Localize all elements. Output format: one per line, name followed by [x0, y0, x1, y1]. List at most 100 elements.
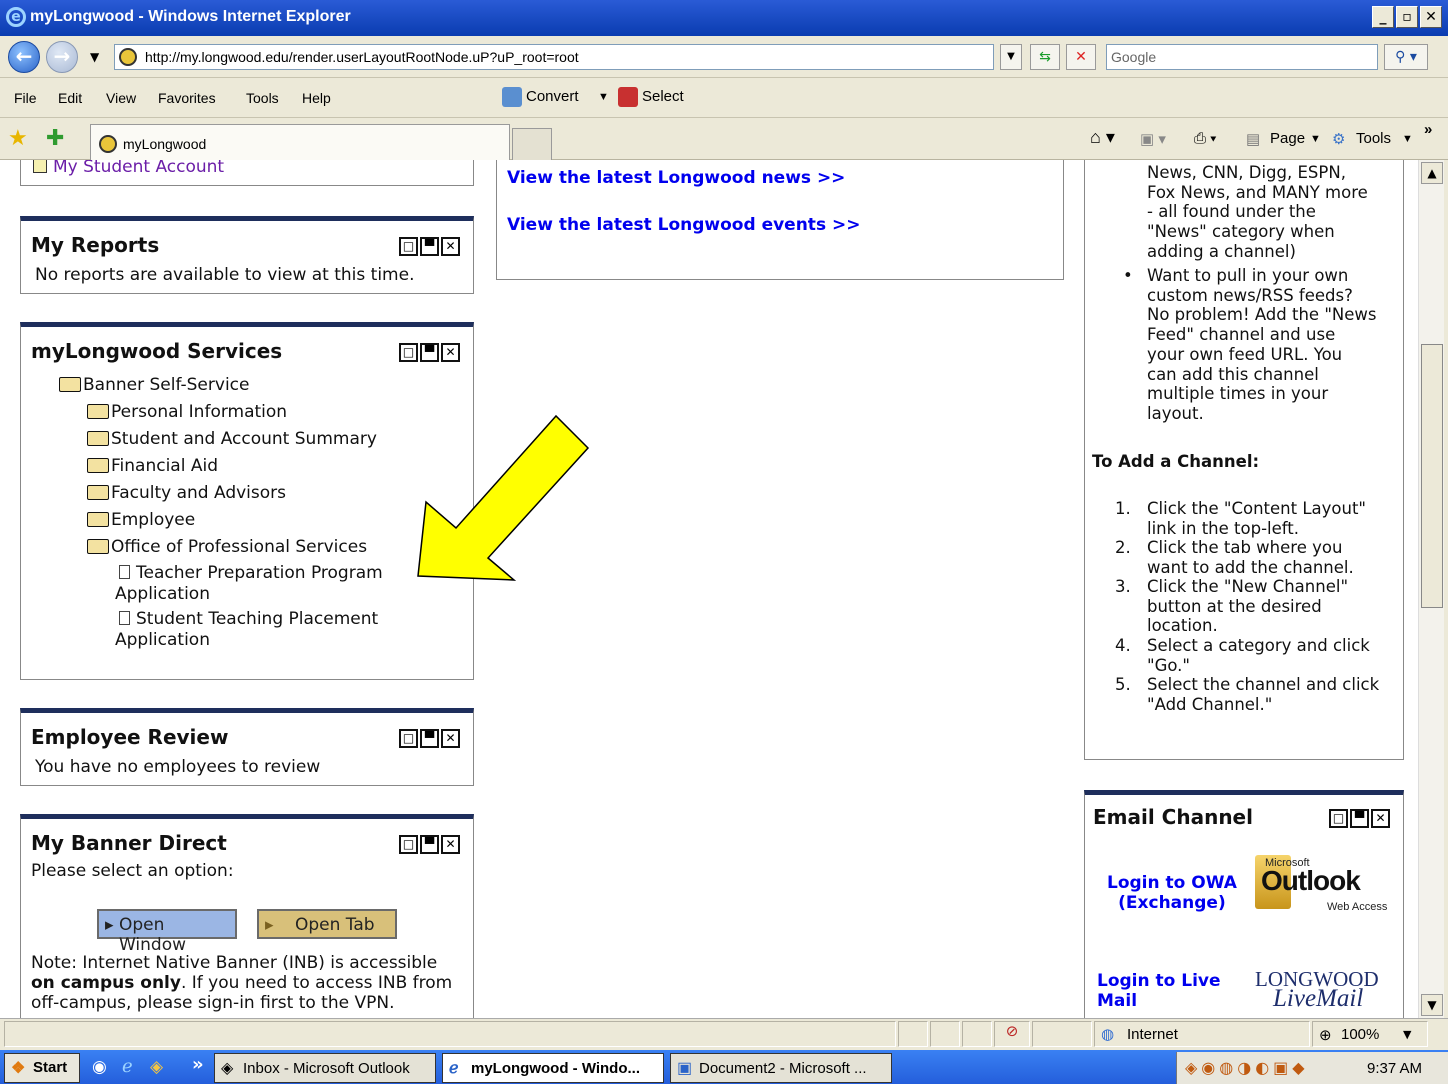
feeds-icon[interactable]: ▣ ▾ [1140, 130, 1166, 148]
zoom-dropdown-icon[interactable]: ▼ [1403, 1028, 1411, 1041]
quicklaunch-icon[interactable]: ◉ [92, 1057, 107, 1077]
tree-folder-summary[interactable]: Student and Account Summary [87, 429, 377, 449]
remove-channel-icon[interactable]: ✕ [441, 237, 460, 256]
help-channel: News, CNN, Digg, ESPN, Fox News, and MAN… [1084, 160, 1404, 760]
owa-login-link[interactable]: Login to OWA (Exchange) [1107, 873, 1237, 913]
forward-button[interactable]: → [46, 41, 78, 73]
windows-logo-icon: ❖ [11, 1060, 26, 1077]
remove-channel-icon[interactable]: ✕ [1371, 809, 1390, 828]
task-outlook[interactable]: ◈ Inbox - Microsoft Outlook [214, 1053, 436, 1083]
start-button[interactable]: ❖ Start [4, 1053, 80, 1083]
chevron-more-icon[interactable]: » [1424, 121, 1432, 138]
task-mylongwood[interactable]: ℯ myLongwood - Windo... [442, 1053, 664, 1083]
address-dropdown-icon[interactable]: ▼ [1000, 44, 1022, 70]
convert-button[interactable]: Convert [526, 88, 579, 105]
remove-channel-icon[interactable]: ✕ [441, 729, 460, 748]
maximize-button[interactable]: ▫ [1396, 6, 1418, 28]
open-tab-button[interactable]: ▸ Open Tab [257, 909, 397, 939]
focus-icon[interactable]: □ [1329, 809, 1348, 828]
tree-doc-student-teaching[interactable]: Student Teaching Placement [119, 609, 378, 629]
minimize-channel-icon[interactable]: ▀ [1350, 809, 1369, 828]
zoom-control[interactable]: ⊕ 100% ▼ [1312, 1021, 1428, 1047]
live-mail-login-link[interactable]: Login to Live Mail [1097, 971, 1221, 1011]
student-account-link[interactable]: My Student Account [33, 160, 224, 177]
remove-channel-icon[interactable]: ✕ [441, 343, 460, 362]
tree-folder-employee[interactable]: Employee [87, 510, 195, 530]
task-word[interactable]: ▣ Document2 - Microsoft ... [670, 1053, 892, 1083]
tools-dropdown-icon[interactable]: ▼ [1402, 133, 1413, 145]
stop-icon[interactable]: ✕ [1066, 44, 1096, 70]
channel-controls: □ ▀ ✕ [399, 727, 463, 748]
bullet-icon: • [1123, 266, 1133, 285]
menu-edit[interactable]: Edit [58, 90, 82, 106]
print-icon[interactable]: ⎙ ▾ [1194, 130, 1216, 147]
menu-tools[interactable]: Tools [246, 90, 279, 106]
outlook-quicklaunch-icon[interactable]: ◈ [150, 1057, 163, 1077]
convert-dropdown-icon[interactable]: ▼ [598, 91, 609, 103]
tree-doc-student-teaching-line2[interactable]: Application [115, 630, 210, 650]
menu-bar: File Edit View Favorites Tools Help Conv… [0, 78, 1448, 118]
focus-icon[interactable]: □ [399, 835, 418, 854]
remove-channel-icon[interactable]: ✕ [441, 835, 460, 854]
ie-quicklaunch-icon[interactable]: ℯ [122, 1056, 133, 1077]
tree-folder-financial-aid[interactable]: Financial Aid [87, 456, 218, 476]
folder-icon [87, 458, 109, 473]
tree-doc-teacher-prep-line2[interactable]: Application [115, 584, 210, 604]
step-number: 5. [1115, 675, 1131, 694]
tab-page-icon [99, 135, 117, 153]
news-channel: View the latest Longwood news >> View th… [496, 160, 1064, 280]
page-menu[interactable]: Page [1270, 130, 1305, 147]
scroll-up-icon[interactable]: ▲ [1421, 162, 1443, 184]
clock: 9:37 AM [1367, 1060, 1423, 1077]
address-bar[interactable]: http://my.longwood.edu/render.userLayout… [114, 44, 994, 70]
status-seg [898, 1021, 928, 1047]
tree-root-banner[interactable]: Banner Self-Service [59, 375, 249, 395]
employee-review-channel: Employee Review □ ▀ ✕ You have no employee… [20, 708, 474, 786]
taskbar: ❖ Start ◉ ℯ ◈ » ◈ Inbox - Microsoft Outl… [0, 1050, 1448, 1084]
privacy-icon[interactable]: ⊘ [994, 1021, 1030, 1047]
news-link[interactable]: View the latest Longwood news >> [507, 168, 845, 188]
tab-mylongwood[interactable]: myLongwood [90, 124, 510, 160]
tools-menu[interactable]: Tools [1356, 130, 1391, 147]
menu-view[interactable]: View [106, 90, 136, 106]
menu-file[interactable]: File [14, 90, 37, 106]
scroll-down-icon[interactable]: ▼ [1421, 994, 1443, 1016]
search-input[interactable]: Google [1106, 44, 1378, 70]
home-icon[interactable]: ⌂ ▾ [1090, 127, 1115, 148]
student-account-channel: My Student Account [20, 160, 474, 186]
focus-icon[interactable]: □ [399, 343, 418, 362]
minimize-channel-icon[interactable]: ▀ [420, 835, 439, 854]
tree-folder-personal[interactable]: Personal Information [87, 402, 287, 422]
tree-folder-faculty[interactable]: Faculty and Advisors [87, 483, 286, 503]
tree-folder-professional-services[interactable]: Office of Professional Services [87, 537, 367, 557]
back-button[interactable]: ← [8, 41, 40, 73]
search-placeholder: Google [1111, 49, 1157, 65]
vertical-scrollbar[interactable]: ▲ ▼ [1418, 160, 1444, 1018]
add-favorites-icon[interactable]: ✚ [46, 126, 64, 151]
new-tab-button[interactable] [512, 128, 552, 160]
focus-icon[interactable]: □ [399, 729, 418, 748]
minimize-channel-icon[interactable]: ▀ [420, 343, 439, 362]
quicklaunch-more-icon[interactable]: » [192, 1054, 204, 1075]
close-button[interactable]: ✕ [1420, 6, 1442, 28]
select-button[interactable]: Select [642, 88, 684, 105]
page-dropdown-icon[interactable]: ▼ [1310, 133, 1321, 145]
scroll-thumb[interactable] [1421, 344, 1443, 608]
menu-favorites[interactable]: Favorites [158, 90, 216, 106]
favorites-star-icon[interactable]: ★ [8, 126, 28, 151]
longwood-livemail-logo[interactable]: LONGWOOD LiveMail [1251, 965, 1391, 1015]
focus-icon[interactable]: □ [399, 237, 418, 256]
refresh-icon[interactable]: ⇆ [1030, 44, 1060, 70]
system-tray: ◈◉◍◑◐▣◆ 9:37 AM [1176, 1052, 1448, 1084]
events-link[interactable]: View the latest Longwood events >> [507, 215, 860, 235]
open-window-button[interactable]: ▸ Open Window [97, 909, 237, 955]
minimize-channel-icon[interactable]: ▀ [420, 237, 439, 256]
tray-icons[interactable]: ◈◉◍◑◐▣◆ [1185, 1058, 1309, 1077]
outlook-logo[interactable]: Microsoft Outlook Web Access [1251, 853, 1391, 917]
search-icon[interactable]: ⚲ ▾ [1384, 44, 1428, 70]
menu-help[interactable]: Help [302, 90, 331, 106]
minimize-button[interactable]: _ [1372, 6, 1394, 28]
tree-doc-teacher-prep[interactable]: Teacher Preparation Program [119, 563, 383, 583]
history-dropdown-icon[interactable]: ▼ [90, 50, 99, 64]
minimize-channel-icon[interactable]: ▀ [420, 729, 439, 748]
